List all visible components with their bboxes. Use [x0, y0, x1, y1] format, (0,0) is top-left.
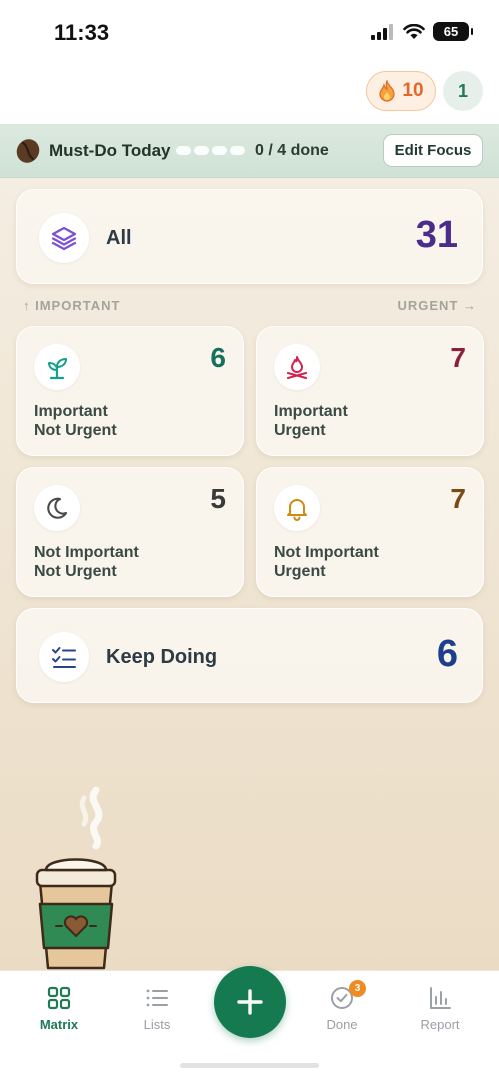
quadrant-important-not-urgent[interactable]: 6 Important Not Urgent: [16, 326, 244, 456]
status-bar: 11:33 65: [0, 0, 499, 62]
quadrant-not-important-urgent[interactable]: 7 Not Important Urgent: [256, 467, 484, 597]
coffee-cup-mascot: [35, 786, 117, 970]
bell-icon: [287, 499, 307, 521]
home-indicator: [180, 1063, 319, 1068]
battery-level: 65: [443, 24, 459, 39]
tab-report[interactable]: Report: [395, 971, 485, 1041]
profile-badge[interactable]: 1: [443, 71, 483, 111]
tab-label: Lists: [143, 1017, 171, 1032]
top-bar: 10 1: [0, 62, 499, 124]
quadrant-label-line1: Important: [34, 403, 108, 420]
streak-pill[interactable]: 10: [366, 71, 436, 111]
quadrant-label: Not Important Not Urgent: [34, 543, 139, 581]
status-time: 11:33: [54, 20, 110, 45]
tab-label: Done: [326, 1017, 358, 1032]
battery-indicator: 65: [433, 22, 473, 41]
keep-doing-count: 6: [436, 633, 458, 675]
quadrant-label-line2: Not Urgent: [34, 422, 117, 439]
keep-doing-label: Keep Doing: [106, 646, 218, 668]
progress-dot: [194, 146, 209, 155]
keep-doing-icon-circle: [39, 632, 89, 682]
profile-initial: 1: [457, 80, 468, 101]
quadrant-important-urgent[interactable]: 7 Important Urgent: [256, 326, 484, 456]
progress-dot: [212, 146, 227, 155]
quadrant-label-line1: Not Important: [274, 544, 379, 561]
plus-icon: [237, 989, 263, 1015]
quadrant-label-line1: Not Important: [34, 544, 139, 561]
done-badge: 3: [349, 980, 366, 997]
sprout-icon: [48, 358, 67, 380]
quadrant-count: 5: [210, 483, 226, 514]
all-icon-circle: [39, 213, 89, 263]
streak-count: 10: [402, 80, 424, 101]
tab-done[interactable]: 3 Done: [297, 971, 387, 1041]
quadrant-label-line2: Urgent: [274, 422, 326, 439]
wifi-icon: [403, 23, 425, 39]
quadrant-icon-circle: [34, 344, 80, 390]
quadrant-count: 7: [450, 342, 466, 373]
quadrant-count: 6: [210, 342, 226, 373]
quadrant-icon-circle: [274, 485, 320, 531]
quadrant-label: Important Urgent: [274, 402, 348, 440]
grid-icon: [47, 986, 71, 1010]
status-icons: 65: [371, 22, 473, 41]
all-tasks-card[interactable]: All 31: [16, 189, 483, 284]
quadrant-not-important-not-urgent[interactable]: 5 Not Important Not Urgent: [16, 467, 244, 597]
tab-matrix[interactable]: Matrix: [14, 971, 104, 1041]
checklist-icon: [52, 647, 76, 668]
tab-label: Matrix: [39, 1017, 79, 1032]
all-label: All: [106, 227, 132, 249]
focus-title: Must-Do Today: [49, 141, 171, 160]
tab-lists[interactable]: Lists: [112, 971, 202, 1041]
quadrant-icon-circle: [34, 485, 80, 531]
campfire-icon: [286, 356, 308, 380]
quadrant-icon-circle: [274, 344, 320, 390]
quadrant-count: 7: [450, 483, 466, 514]
bottom-tab-bar: Matrix Lists 3 Done Report: [0, 966, 499, 1080]
quadrant-label-line2: Urgent: [274, 563, 326, 580]
progress-dot: [230, 146, 245, 155]
signal-icon: [371, 23, 393, 40]
quadrant-label: Important Not Urgent: [34, 402, 117, 440]
layers-icon: [51, 226, 77, 251]
bar-chart-icon: [430, 987, 451, 1009]
moon-icon: [47, 497, 68, 519]
focus-bar[interactable]: Must-Do Today 0 / 4 done Edit Focus: [0, 124, 499, 178]
important-axis-label: ↑ IMPORTANT: [23, 298, 121, 313]
all-count: 31: [415, 214, 458, 256]
urgent-axis-label: URGENT →: [397, 298, 477, 313]
quadrant-label-line1: Important: [274, 403, 348, 420]
coffee-bean-icon: [16, 139, 40, 163]
list-icon: [146, 989, 168, 1007]
add-task-button[interactable]: [214, 966, 286, 1038]
flame-icon: [379, 80, 396, 102]
edit-focus-button[interactable]: Edit Focus: [383, 134, 483, 167]
tab-label: Report: [420, 1017, 460, 1032]
quadrant-label-line2: Not Urgent: [34, 563, 117, 580]
focus-progress-text: 0 / 4 done: [255, 142, 329, 159]
keep-doing-card[interactable]: Keep Doing 6: [16, 608, 483, 703]
progress-dot: [176, 146, 191, 155]
quadrant-label: Not Important Urgent: [274, 543, 379, 581]
focus-progress-dots: [176, 146, 245, 155]
